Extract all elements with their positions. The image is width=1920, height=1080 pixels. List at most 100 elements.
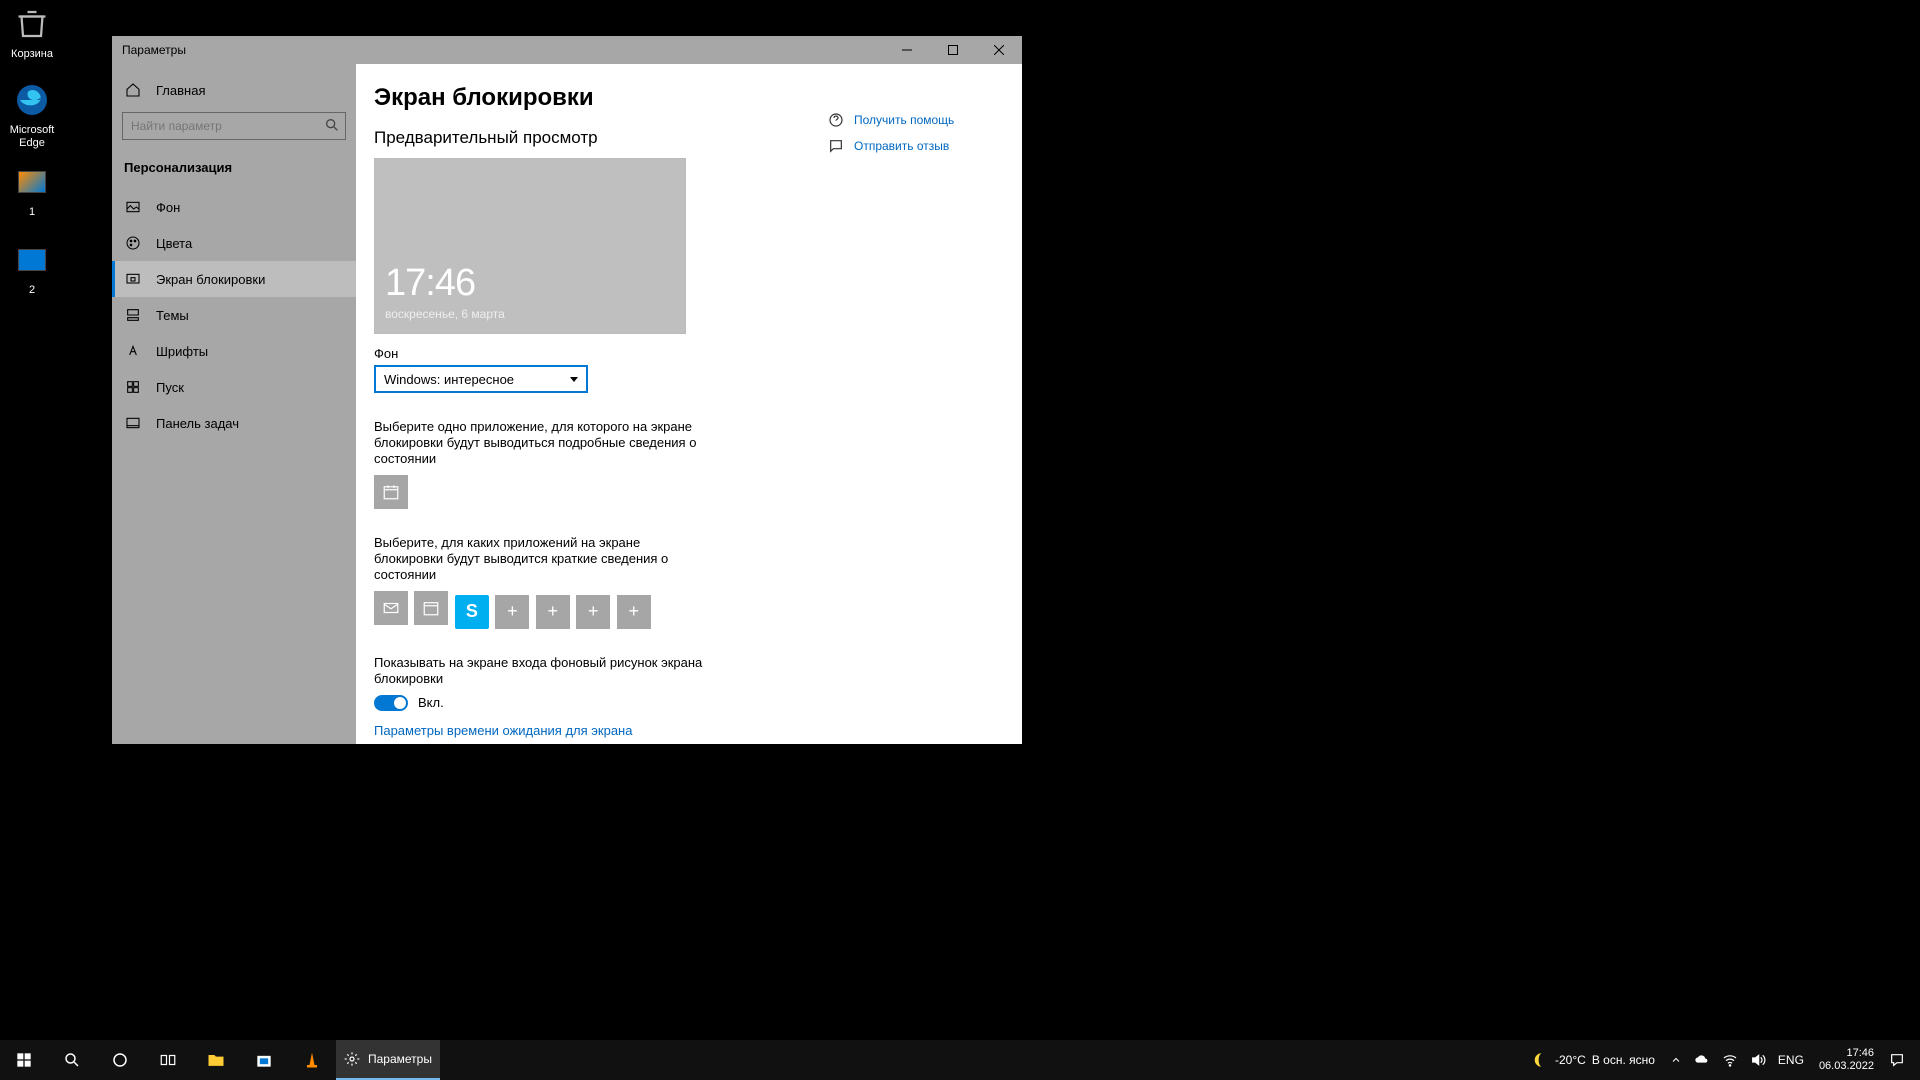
close-button[interactable] <box>976 36 1022 64</box>
nav-label: Панель задач <box>156 416 239 431</box>
start-icon <box>124 378 142 396</box>
nav-themes[interactable]: Темы <box>112 297 356 333</box>
taskbar-app-explorer[interactable] <box>192 1040 240 1080</box>
feedback-link[interactable]: Отправить отзыв <box>828 138 1016 154</box>
image-icon <box>12 162 52 202</box>
quick-app-skype[interactable]: S <box>455 595 489 629</box>
palette-icon <box>124 234 142 252</box>
desktop-icon-recycle-bin[interactable]: Корзина <box>0 4 68 61</box>
side-panel: Получить помощь Отправить отзыв <box>816 64 1016 744</box>
system-tray: -20°C В осн. ясно ENG 17:46 06.03.2022 <box>1523 1040 1920 1080</box>
start-button[interactable] <box>0 1040 48 1080</box>
tray-weather[interactable]: -20°C В осн. ясно <box>1523 1040 1663 1080</box>
search-box <box>122 112 346 140</box>
desktop-icon-edge[interactable]: Microsoft Edge <box>0 80 68 150</box>
main-panel: Экран блокировки Предварительный просмот… <box>356 64 816 744</box>
image-icon <box>12 240 52 280</box>
tray-clock[interactable]: 17:46 06.03.2022 <box>1811 1047 1882 1073</box>
help-link[interactable]: Получить помощь <box>828 112 1016 128</box>
taskbar-search-button[interactable] <box>48 1040 96 1080</box>
desktop-icon-1[interactable]: 1 <box>0 162 68 219</box>
quick-app-mail[interactable] <box>374 591 408 625</box>
fonts-icon <box>124 342 142 360</box>
nav-home[interactable]: Главная <box>112 72 356 108</box>
link-screen-timeout[interactable]: Параметры времени ожидания для экрана <box>374 723 798 738</box>
link-screensaver[interactable]: Параметры заставки <box>374 742 798 745</box>
window-title: Параметры <box>122 43 884 57</box>
nav-label: Экран блокировки <box>156 272 265 287</box>
nav-start[interactable]: Пуск <box>112 369 356 405</box>
moon-icon <box>1531 1051 1549 1069</box>
quick-app-add-4[interactable]: + <box>617 595 651 629</box>
toggle-state-label: Вкл. <box>418 695 444 710</box>
preview-heading: Предварительный просмотр <box>374 128 798 148</box>
picture-icon <box>124 198 142 216</box>
sidebar: Главная Персонализация Фон Цвета Экран б… <box>112 64 356 744</box>
nav-label: Фон <box>156 200 180 215</box>
nav-background[interactable]: Фон <box>112 189 356 225</box>
taskbar: Параметры -20°C В осн. ясно ENG 17:46 06… <box>0 1040 1920 1080</box>
tray-language[interactable]: ENG <box>1773 1040 1809 1080</box>
lock-screen-icon <box>124 270 142 288</box>
signin-bg-toggle[interactable] <box>374 695 408 711</box>
taskbar-app-vlc[interactable] <box>288 1040 336 1080</box>
tray-network[interactable] <box>1717 1040 1743 1080</box>
taskbar-app-store[interactable] <box>240 1040 288 1080</box>
signin-bg-label: Показывать на экране входа фоновый рисун… <box>374 655 708 687</box>
recycle-bin-icon <box>12 4 52 44</box>
background-select[interactable]: Windows: интересное <box>374 365 588 393</box>
taskbar-icon <box>124 414 142 432</box>
show-desktop-button[interactable] <box>1912 1040 1918 1080</box>
quick-status-prompt: Выберите, для каких приложений на экране… <box>374 535 708 583</box>
nav-label: Пуск <box>156 380 184 395</box>
nav-label: Шрифты <box>156 344 208 359</box>
weather-temp: -20°C <box>1555 1053 1586 1067</box>
tray-onedrive[interactable] <box>1689 1040 1715 1080</box>
desktop-icon-label: 1 <box>0 206 68 219</box>
background-label: Фон <box>374 346 798 361</box>
nav-label: Темы <box>156 308 189 323</box>
quick-app-add-1[interactable]: + <box>495 595 529 629</box>
preview-date: воскресенье, 6 марта <box>385 307 505 321</box>
nav-fonts[interactable]: Шрифты <box>112 333 356 369</box>
desktop-icon-label: Корзина <box>0 48 68 61</box>
desktop-icon-2[interactable]: 2 <box>0 240 68 297</box>
feedback-link-label: Отправить отзыв <box>854 139 949 153</box>
quick-app-calendar[interactable] <box>414 591 448 625</box>
content: Экран блокировки Предварительный просмот… <box>356 64 1022 744</box>
taskbar-cortana-button[interactable] <box>96 1040 144 1080</box>
detailed-app-calendar[interactable] <box>374 475 408 509</box>
tray-volume[interactable] <box>1745 1040 1771 1080</box>
clock-date: 06.03.2022 <box>1819 1060 1874 1073</box>
settings-window: Параметры Главная Персонализация Фон Цве… <box>112 36 1022 744</box>
minimize-button[interactable] <box>884 36 930 64</box>
nav-label: Цвета <box>156 236 192 251</box>
desktop-icon-label: 2 <box>0 284 68 297</box>
search-input[interactable] <box>122 112 346 140</box>
tray-action-center[interactable] <box>1884 1040 1910 1080</box>
nav-colors[interactable]: Цвета <box>112 225 356 261</box>
titlebar[interactable]: Параметры <box>112 36 1022 64</box>
feedback-icon <box>828 138 844 154</box>
search-icon <box>324 117 340 133</box>
quick-app-add-2[interactable]: + <box>536 595 570 629</box>
taskbar-taskview-button[interactable] <box>144 1040 192 1080</box>
weather-text: В осн. ясно <box>1592 1053 1655 1067</box>
maximize-button[interactable] <box>930 36 976 64</box>
language-label: ENG <box>1778 1053 1804 1067</box>
desktop-icon-label: Microsoft Edge <box>0 124 68 150</box>
edge-icon <box>12 80 52 120</box>
help-link-label: Получить помощь <box>854 113 954 127</box>
nav-taskbar[interactable]: Панель задач <box>112 405 356 441</box>
nav-label: Главная <box>156 83 205 98</box>
themes-icon <box>124 306 142 324</box>
tray-overflow[interactable] <box>1665 1040 1687 1080</box>
nav-lock-screen[interactable]: Экран блокировки <box>112 261 356 297</box>
nav-category: Персонализация <box>112 154 356 189</box>
taskbar-app-settings[interactable]: Параметры <box>336 1040 440 1080</box>
help-icon <box>828 112 844 128</box>
clock-time: 17:46 <box>1819 1047 1874 1060</box>
background-select-value: Windows: интересное <box>384 372 514 387</box>
quick-app-add-3[interactable]: + <box>576 595 610 629</box>
detailed-status-prompt: Выберите одно приложение, для которого н… <box>374 419 708 467</box>
